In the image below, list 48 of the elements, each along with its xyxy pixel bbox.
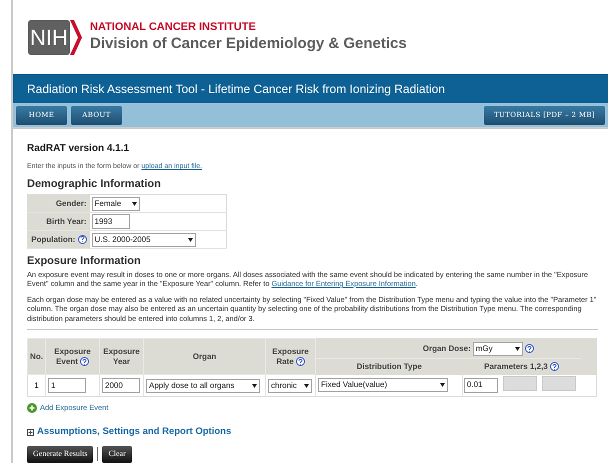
column-header: Distribution Type [356,362,422,371]
institute-name: NATIONAL CANCER INSTITUTE [90,20,257,34]
input-field[interactable]: 1993 [92,214,130,229]
field-label: Population: [31,234,76,244]
column-header: Parameters 1,2,3 [484,360,548,373]
column-header: Exposure [272,346,309,356]
form-button[interactable]: Clear [102,446,132,462]
column-header: No. [30,352,43,362]
select-field[interactable]: U.S. 2000-2005 [92,232,196,246]
row-number: 1 [34,380,39,390]
help-icon[interactable] [550,362,559,372]
column-header: Year [113,356,130,366]
expand-icon[interactable] [27,428,34,436]
division-name: Division of Cancer Epidemiology & Genetics [90,34,407,54]
section-heading: Exposure Information [27,254,142,269]
rate-select[interactable]: chronic [268,378,312,392]
caret-icon [132,202,136,206]
caret-icon [514,346,520,350]
help-icon[interactable] [78,234,86,244]
caret-icon [252,384,257,388]
version-label: RadRAT version 4.1.1 [27,142,130,156]
column-header: Exposure [103,346,140,356]
field-label: Birth Year: [46,216,86,226]
column-header: Organ [192,352,216,362]
select-field[interactable]: Female [92,196,140,210]
parameter-field[interactable]: 0.01 [464,378,498,393]
help-icon[interactable] [80,357,89,366]
unit-select[interactable]: mGy [472,342,523,356]
add-icon [27,402,37,413]
column-header: Organ Dose: [422,342,471,354]
help-icon[interactable] [296,357,305,366]
page-title: Radiation Risk Assessment Tool - Lifetime Cancer Risk from Ionizing Radiation [27,80,445,98]
year-field[interactable]: 2000 [102,378,140,393]
caret-icon [188,238,192,242]
column-header: Event [56,356,78,366]
nih-logo: NIH [28,20,82,54]
caret-icon [440,383,445,388]
form-button[interactable]: Generate Results [27,446,94,462]
column-header: Exposure [54,346,91,356]
event-field[interactable]: 1 [48,378,86,393]
help-icon[interactable] [524,344,534,353]
field-label: Gender: [56,198,86,208]
options-link[interactable]: Assumptions, Settings and Report Options [37,425,232,440]
column-header: Rate [276,356,294,366]
distribution-select[interactable]: Fixed Value(value) [318,378,448,392]
section-heading: Demographic Information [27,176,162,192]
organ-select[interactable]: Apply dose to all organs [146,378,260,392]
caret-icon [304,384,309,388]
